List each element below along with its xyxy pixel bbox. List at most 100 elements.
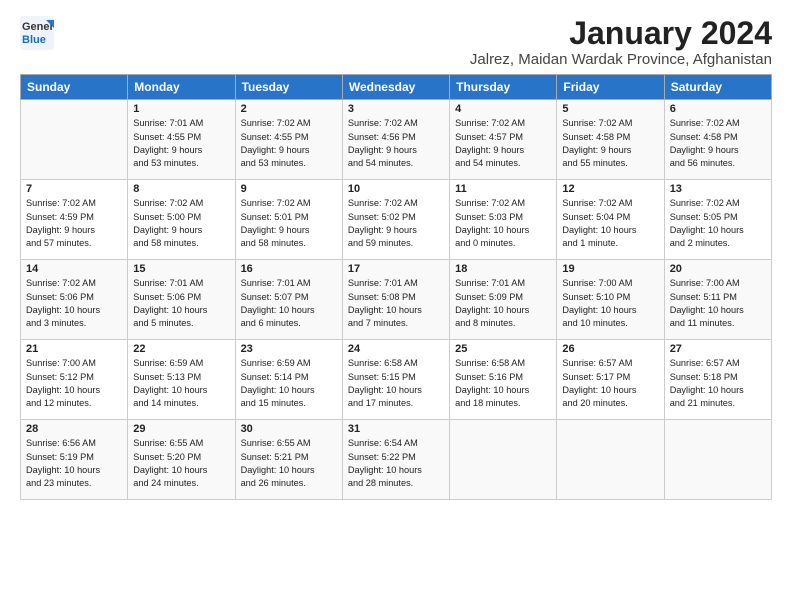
table-cell: 28Sunrise: 6:56 AMSunset: 5:19 PMDayligh… [21,420,128,500]
day-number: 12 [562,183,658,195]
svg-text:Blue: Blue [22,34,46,46]
day-number: 10 [348,183,444,195]
day-info: Sunrise: 7:01 AMSunset: 5:09 PMDaylight:… [455,277,551,330]
location-title: Jalrez, Maidan Wardak Province, Afghanis… [470,51,772,68]
title-block: January 2024 Jalrez, Maidan Wardak Provi… [470,16,772,68]
day-info: Sunrise: 7:00 AMSunset: 5:12 PMDaylight:… [26,357,122,410]
day-info: Sunrise: 7:00 AMSunset: 5:11 PMDaylight:… [670,277,766,330]
table-cell: 23 Sunrise: 6:59 AMSunset: 5:14 PMDayligh… [235,340,342,420]
col-tuesday: Tuesday [235,75,342,100]
day-number: 17 [348,263,444,275]
table-cell [664,420,771,500]
table-cell: 12 Sunrise: 7:02 AMSunset: 5:04 PMDayligh… [557,180,664,260]
day-info: Sunrise: 7:02 AMSunset: 5:06 PMDaylight:… [26,277,122,330]
day-info: Sunrise: 6:55 AMSunset: 5:21 PMDaylight:… [241,437,337,490]
day-number: 11 [455,183,551,195]
day-info: Sunrise: 7:02 AMSunset: 5:05 PMDaylight:… [670,197,766,250]
table-cell: 2 Sunrise: 7:02 AMSunset: 4:55 PMDaylight… [235,100,342,180]
table-row: 14Sunrise: 7:02 AMSunset: 5:06 PMDayligh… [21,260,772,340]
table-cell: 19Sunrise: 7:00 AMSunset: 5:10 PMDayligh… [557,260,664,340]
table-cell: 3Sunrise: 7:02 AMSunset: 4:56 PMDaylight… [342,100,449,180]
day-number: 16 [241,263,337,275]
day-info: Sunrise: 6:57 AMSunset: 5:18 PMDaylight:… [670,357,766,410]
table-cell: 21 Sunrise: 7:00 AMSunset: 5:12 PMDayligh… [21,340,128,420]
day-info: Sunrise: 7:01 AMSunset: 5:08 PMDaylight:… [348,277,444,330]
day-info: Sunrise: 6:57 AMSunset: 5:17 PMDaylight:… [562,357,658,410]
table-cell: 30 Sunrise: 6:55 AMSunset: 5:21 PMDayligh… [235,420,342,500]
day-number: 19 [562,263,658,275]
logo: General Blue [20,16,54,50]
month-title: January 2024 [470,16,772,51]
day-info: Sunrise: 7:01 AMSunset: 5:06 PMDaylight:… [133,277,229,330]
day-number: 30 [241,423,337,435]
col-friday: Friday [557,75,664,100]
day-number: 24 [348,343,444,355]
day-info: Sunrise: 7:02 AMSunset: 5:02 PMDaylight:… [348,197,444,250]
day-number: 13 [670,183,766,195]
table-cell: 10 Sunrise: 7:02 AMSunset: 5:02 PMDayligh… [342,180,449,260]
day-number: 23 [241,343,337,355]
header-row: Sunday Monday Tuesday Wednesday Thursday… [21,75,772,100]
day-number: 4 [455,103,551,115]
col-thursday: Thursday [450,75,557,100]
table-cell: 29Sunrise: 6:55 AMSunset: 5:20 PMDayligh… [128,420,235,500]
table-cell [21,100,128,180]
calendar-body: 1 Sunrise: 7:01 AMSunset: 4:55 PMDaylight… [21,100,772,500]
day-number: 31 [348,423,444,435]
table-cell: 11 Sunrise: 7:02 AMSunset: 5:03 PMDayligh… [450,180,557,260]
day-info: Sunrise: 6:56 AMSunset: 5:19 PMDaylight:… [26,437,122,490]
day-number: 8 [133,183,229,195]
table-cell: 5 Sunrise: 7:02 AMSunset: 4:58 PMDaylight… [557,100,664,180]
day-number: 20 [670,263,766,275]
day-number: 3 [348,103,444,115]
day-info: Sunrise: 7:02 AMSunset: 5:04 PMDaylight:… [562,197,658,250]
day-info: Sunrise: 7:02 AMSunset: 5:01 PMDaylight:… [241,197,337,250]
day-info: Sunrise: 6:58 AMSunset: 5:15 PMDaylight:… [348,357,444,410]
day-info: Sunrise: 7:02 AMSunset: 4:59 PMDaylight:… [26,197,122,250]
table-row: 28Sunrise: 6:56 AMSunset: 5:19 PMDayligh… [21,420,772,500]
table-cell: 18Sunrise: 7:01 AMSunset: 5:09 PMDayligh… [450,260,557,340]
day-info: Sunrise: 7:02 AMSunset: 5:00 PMDaylight:… [133,197,229,250]
table-row: 1 Sunrise: 7:01 AMSunset: 4:55 PMDaylight… [21,100,772,180]
table-cell: 16Sunrise: 7:01 AMSunset: 5:07 PMDayligh… [235,260,342,340]
table-row: 21 Sunrise: 7:00 AMSunset: 5:12 PMDayligh… [21,340,772,420]
day-info: Sunrise: 7:02 AMSunset: 5:03 PMDaylight:… [455,197,551,250]
table-cell: 8 Sunrise: 7:02 AMSunset: 5:00 PMDaylight… [128,180,235,260]
day-info: Sunrise: 7:01 AMSunset: 4:55 PMDaylight:… [133,117,229,170]
table-cell [450,420,557,500]
table-cell: 13 Sunrise: 7:02 AMSunset: 5:05 PMDayligh… [664,180,771,260]
table-cell: 7 Sunrise: 7:02 AMSunset: 4:59 PMDaylight… [21,180,128,260]
table-cell: 22Sunrise: 6:59 AMSunset: 5:13 PMDayligh… [128,340,235,420]
calendar-page: General Blue January 2024 Jalrez, Maidan… [0,0,792,510]
table-cell: 4 Sunrise: 7:02 AMSunset: 4:57 PMDaylight… [450,100,557,180]
day-info: Sunrise: 6:58 AMSunset: 5:16 PMDaylight:… [455,357,551,410]
day-info: Sunrise: 7:02 AMSunset: 4:58 PMDaylight:… [562,117,658,170]
day-info: Sunrise: 7:02 AMSunset: 4:58 PMDaylight:… [670,117,766,170]
calendar-table: Sunday Monday Tuesday Wednesday Thursday… [20,74,772,500]
table-cell: 26 Sunrise: 6:57 AMSunset: 5:17 PMDayligh… [557,340,664,420]
table-cell: 6Sunrise: 7:02 AMSunset: 4:58 PMDaylight… [664,100,771,180]
table-cell: 17 Sunrise: 7:01 AMSunset: 5:08 PMDayligh… [342,260,449,340]
day-info: Sunrise: 7:02 AMSunset: 4:55 PMDaylight:… [241,117,337,170]
day-info: Sunrise: 6:59 AMSunset: 5:13 PMDaylight:… [133,357,229,410]
table-cell: 14Sunrise: 7:02 AMSunset: 5:06 PMDayligh… [21,260,128,340]
day-number: 15 [133,263,229,275]
day-info: Sunrise: 6:59 AMSunset: 5:14 PMDaylight:… [241,357,337,410]
day-number: 7 [26,183,122,195]
table-cell: 27Sunrise: 6:57 AMSunset: 5:18 PMDayligh… [664,340,771,420]
logo-icon: General Blue [20,16,54,50]
col-monday: Monday [128,75,235,100]
day-number: 29 [133,423,229,435]
table-cell: 24 Sunrise: 6:58 AMSunset: 5:15 PMDayligh… [342,340,449,420]
day-number: 2 [241,103,337,115]
col-wednesday: Wednesday [342,75,449,100]
day-number: 5 [562,103,658,115]
day-number: 9 [241,183,337,195]
day-number: 1 [133,103,229,115]
col-sunday: Sunday [21,75,128,100]
table-row: 7 Sunrise: 7:02 AMSunset: 4:59 PMDaylight… [21,180,772,260]
day-number: 26 [562,343,658,355]
table-cell: 25Sunrise: 6:58 AMSunset: 5:16 PMDayligh… [450,340,557,420]
day-info: Sunrise: 7:02 AMSunset: 4:57 PMDaylight:… [455,117,551,170]
day-number: 21 [26,343,122,355]
